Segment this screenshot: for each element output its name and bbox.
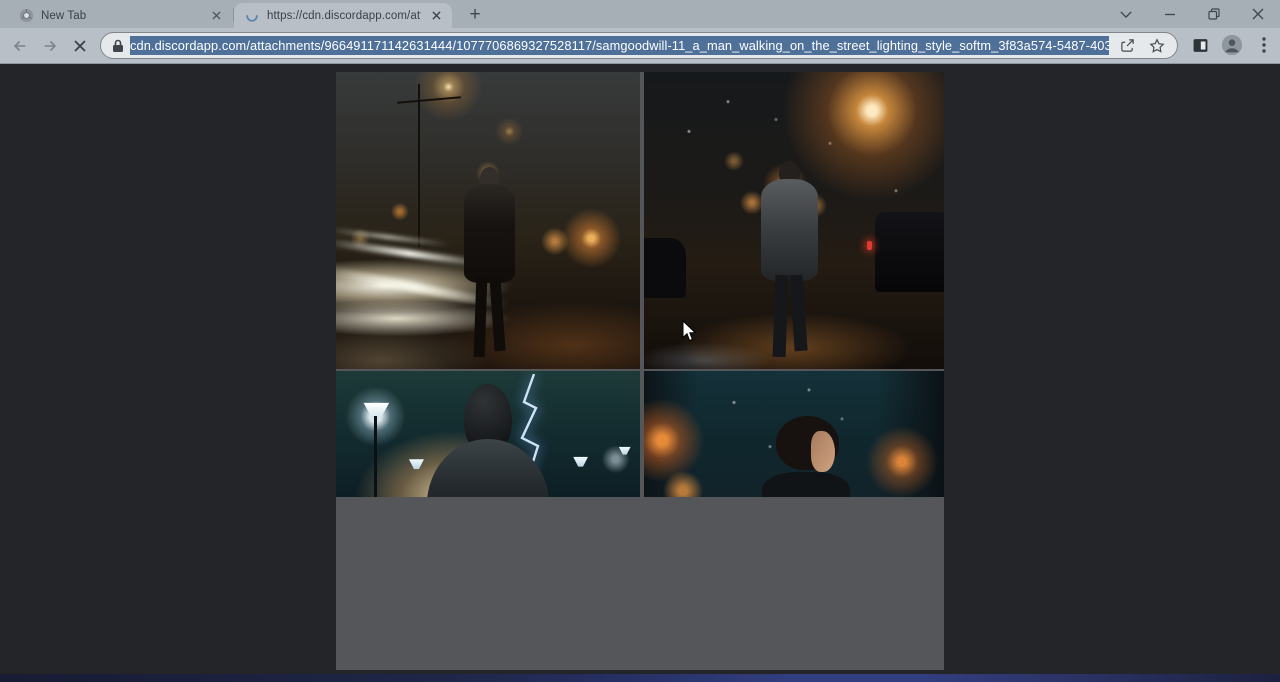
menu-kebab-icon[interactable] — [1252, 33, 1276, 57]
browser-toolbar: cdn.discordapp.com/attachments/966491171… — [0, 28, 1280, 64]
walking-man-silhouette — [761, 161, 818, 357]
close-window-button[interactable] — [1236, 0, 1280, 28]
bottom-navy-bar — [0, 674, 1280, 682]
parked-car-right — [875, 212, 944, 292]
parked-car-left — [644, 238, 686, 297]
lock-icon[interactable] — [112, 39, 124, 53]
chevron-down-icon[interactable] — [1104, 0, 1148, 28]
small-lamp — [619, 447, 631, 455]
street-lamp-pole — [374, 416, 377, 497]
url-input-selected-text[interactable]: cdn.discordapp.com/attachments/966491171… — [130, 36, 1109, 55]
share-icon[interactable] — [1115, 34, 1139, 58]
generated-image-bottom-right — [644, 371, 944, 497]
tab-strip: New Tab https://cdn.discordapp.com/atta … — [0, 0, 1280, 28]
tab-close-icon[interactable] — [208, 8, 224, 24]
restore-button[interactable] — [1192, 0, 1236, 28]
lamp-post — [418, 84, 420, 247]
bookmark-star-icon[interactable] — [1145, 34, 1169, 58]
tab-close-icon[interactable] — [428, 8, 444, 24]
hooded-man-bust — [427, 384, 549, 497]
stop-loading-button[interactable] — [65, 31, 95, 61]
generated-image-bottom-left — [336, 371, 640, 497]
small-lamp — [409, 459, 424, 469]
car-taillight — [867, 241, 872, 250]
small-lamp — [573, 457, 588, 467]
lamp-post-arm — [397, 96, 461, 104]
tab-title: https://cdn.discordapp.com/atta — [267, 10, 421, 22]
tab-title: New Tab — [41, 10, 201, 22]
new-tab-button[interactable]: + — [462, 3, 488, 27]
profile-avatar[interactable] — [1220, 33, 1244, 57]
minimize-button[interactable] — [1148, 0, 1192, 28]
forward-button[interactable] — [35, 31, 65, 61]
walking-man-silhouette — [464, 167, 516, 357]
back-button[interactable] — [5, 31, 35, 61]
man-profile-head — [776, 416, 839, 497]
tab-discord-cdn[interactable]: https://cdn.discordapp.com/atta — [234, 3, 452, 28]
window-controls — [1104, 0, 1280, 28]
tab-new-tab[interactable]: New Tab — [8, 3, 232, 28]
chrome-favicon-icon — [18, 8, 34, 24]
mouse-cursor — [682, 320, 697, 343]
page-content — [0, 64, 1280, 682]
side-panel-icon[interactable] — [1188, 33, 1212, 57]
attachment-image[interactable] — [336, 72, 944, 670]
url-bar[interactable]: cdn.discordapp.com/attachments/966491171… — [100, 32, 1178, 59]
loading-spinner-icon — [244, 8, 260, 24]
generated-image-top-left — [336, 72, 640, 369]
